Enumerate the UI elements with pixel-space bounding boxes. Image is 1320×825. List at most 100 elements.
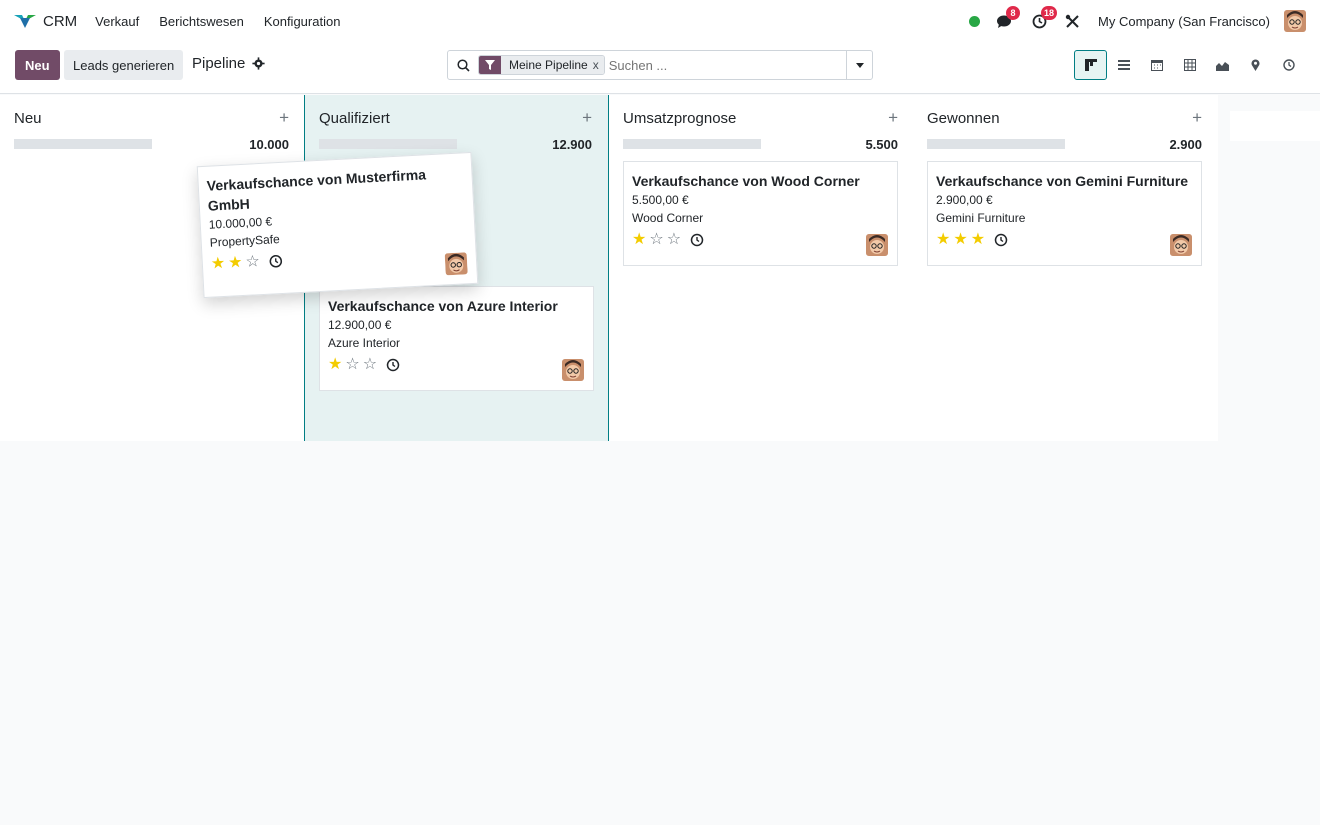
list-view-button[interactable] — [1107, 50, 1140, 80]
priority-star-icon[interactable]: ★ — [228, 254, 243, 272]
kanban-card-wood-corner[interactable]: Verkaufschance von Wood Corner 5.500,00 … — [623, 161, 898, 266]
column-quick-create-button[interactable]: + — [1192, 108, 1202, 128]
column-title: Qualifiziert — [319, 110, 390, 127]
filter-facet-remove[interactable]: x — [592, 56, 604, 74]
column-progressbar[interactable] — [319, 139, 457, 149]
search-options-toggle[interactable] — [846, 51, 872, 79]
assignee-avatar[interactable] — [444, 252, 468, 276]
assignee-avatar[interactable] — [562, 359, 584, 381]
activities-badge: 18 — [1041, 5, 1058, 20]
view-switcher — [1074, 50, 1305, 80]
generate-leads-button[interactable]: Leads generieren — [64, 50, 184, 80]
filter-icon — [479, 56, 501, 74]
activity-view-icon — [1282, 59, 1295, 71]
priority-star-icon[interactable]: ★ — [936, 232, 950, 248]
messaging-menu[interactable]: 8 — [996, 5, 1021, 29]
card-footer: ★ ☆ ☆ — [328, 357, 585, 373]
card-company: Azure Interior — [328, 336, 401, 350]
activity-menu[interactable]: 18 — [1032, 5, 1058, 29]
graph-view-button[interactable] — [1206, 50, 1239, 80]
app-name: CRM — [43, 12, 78, 30]
kanban-card-musterfirma-dragging[interactable]: Verkaufschance von Musterfirma GmbH 10.0… — [196, 151, 479, 299]
column-quick-create-button[interactable]: + — [582, 108, 592, 128]
activity-clock-icon[interactable] — [994, 233, 1008, 247]
menu-konfiguration[interactable]: Konfiguration — [264, 14, 341, 29]
column-progressbar[interactable] — [14, 139, 152, 149]
top-navbar: CRM Verkauf Berichtswesen Konfiguration … — [0, 0, 1320, 42]
priority-star-icon[interactable]: ☆ — [667, 232, 681, 248]
priority-star-icon[interactable]: ★ — [971, 232, 985, 248]
card-amount: 5.500,00 € — [632, 193, 689, 207]
pivot-view-icon — [1183, 59, 1196, 71]
breadcrumb: Pipeline — [192, 55, 265, 72]
priority-star-icon[interactable]: ★ — [953, 232, 967, 248]
caret-down-icon — [855, 62, 864, 68]
column-progressbar[interactable] — [623, 139, 761, 149]
kanban-card-gemini-furniture[interactable]: Verkaufschance von Gemini Furniture 2.90… — [927, 161, 1202, 266]
presence-indicator — [969, 15, 981, 27]
column-quick-create-button[interactable]: + — [888, 108, 898, 128]
column-total: 10.000 — [249, 137, 289, 152]
column-title: Neu — [14, 110, 42, 127]
new-button[interactable]: Neu — [15, 50, 60, 80]
kanban-column-gewonnen: Gewonnen + 2.900 Verkaufschance von Gemi… — [913, 95, 1218, 441]
search-bar: Meine Pipeline x — [447, 50, 873, 80]
card-amount: 2.900,00 € — [936, 193, 993, 207]
messages-badge: 8 — [1006, 5, 1021, 20]
priority-star-icon[interactable]: ☆ — [363, 357, 377, 373]
calendar-view-button[interactable] — [1140, 50, 1173, 80]
priority-star-icon[interactable]: ☆ — [345, 357, 359, 373]
tools-menu[interactable] — [1065, 14, 1080, 29]
filter-facet: Meine Pipeline x — [478, 55, 605, 75]
priority-star-icon[interactable]: ★ — [328, 357, 342, 373]
column-progressbar[interactable] — [927, 139, 1065, 149]
priority-star-icon[interactable]: ★ — [210, 255, 225, 273]
list-view-icon — [1117, 60, 1130, 70]
app-brand[interactable]: CRM — [14, 13, 95, 30]
column-total: 5.500 — [865, 137, 898, 152]
card-footer: ★ ☆ ☆ — [632, 232, 889, 248]
menu-berichtswesen[interactable]: Berichtswesen — [159, 14, 244, 29]
priority-star-icon[interactable]: ★ — [632, 232, 646, 248]
kanban-card-azure-interior[interactable]: Verkaufschance von Azure Interior 12.900… — [319, 286, 594, 391]
activity-clock-icon[interactable] — [690, 233, 704, 247]
kanban-view-button[interactable] — [1074, 50, 1107, 80]
priority-star-icon[interactable]: ☆ — [649, 232, 663, 248]
user-avatar-image — [1284, 10, 1306, 32]
control-panel: Neu Leads generieren Pipeline Meine Pipe… — [0, 42, 1320, 94]
column-title: Gewonnen — [927, 110, 1000, 127]
map-pin-icon — [1251, 59, 1260, 71]
card-footer: ★ ★ ★ — [936, 232, 1193, 248]
card-title: Verkaufschance von Gemini Furniture — [936, 173, 1189, 189]
tools-icon — [1065, 14, 1079, 28]
assignee-avatar[interactable] — [866, 234, 888, 256]
search-icon[interactable] — [448, 58, 478, 72]
kanban-column-umsatzprognose: Umsatzprognose + 5.500 Verkaufschance vo… — [609, 95, 914, 441]
map-view-button[interactable] — [1239, 50, 1272, 80]
company-switcher[interactable]: My Company (San Francisco) — [1098, 14, 1270, 29]
search-input[interactable] — [608, 57, 846, 73]
priority-star-icon[interactable]: ☆ — [245, 253, 260, 271]
user-avatar[interactable] — [1284, 10, 1306, 32]
add-column-area — [1230, 111, 1320, 141]
pivot-view-button[interactable] — [1173, 50, 1206, 80]
menu-verkauf[interactable]: Verkauf — [95, 14, 139, 29]
gear-icon[interactable] — [252, 57, 265, 70]
assignee-avatar[interactable] — [1170, 234, 1192, 256]
systray: 8 18 My Company (San Francisco) — [969, 0, 1306, 42]
column-total: 12.900 — [552, 137, 592, 152]
activity-clock-icon[interactable] — [386, 358, 400, 372]
kanban-view-icon — [1084, 59, 1097, 71]
card-company: Wood Corner — [632, 211, 704, 225]
card-company: Gemini Furniture — [936, 211, 1026, 225]
column-quick-create-button[interactable]: + — [279, 108, 289, 128]
activity-view-button[interactable] — [1272, 50, 1305, 80]
graph-view-icon — [1216, 61, 1229, 71]
page-title: Pipeline — [192, 55, 246, 72]
column-title: Umsatzprognose — [623, 110, 737, 127]
activity-clock-icon[interactable] — [268, 254, 283, 269]
column-total: 2.900 — [1169, 137, 1202, 152]
card-title: Verkaufschance von Wood Corner — [632, 173, 860, 189]
kanban-board: Neu + 10.000 Qualifiziert + 12.900 Verka… — [0, 95, 1320, 825]
crm-app-icon — [14, 15, 36, 28]
